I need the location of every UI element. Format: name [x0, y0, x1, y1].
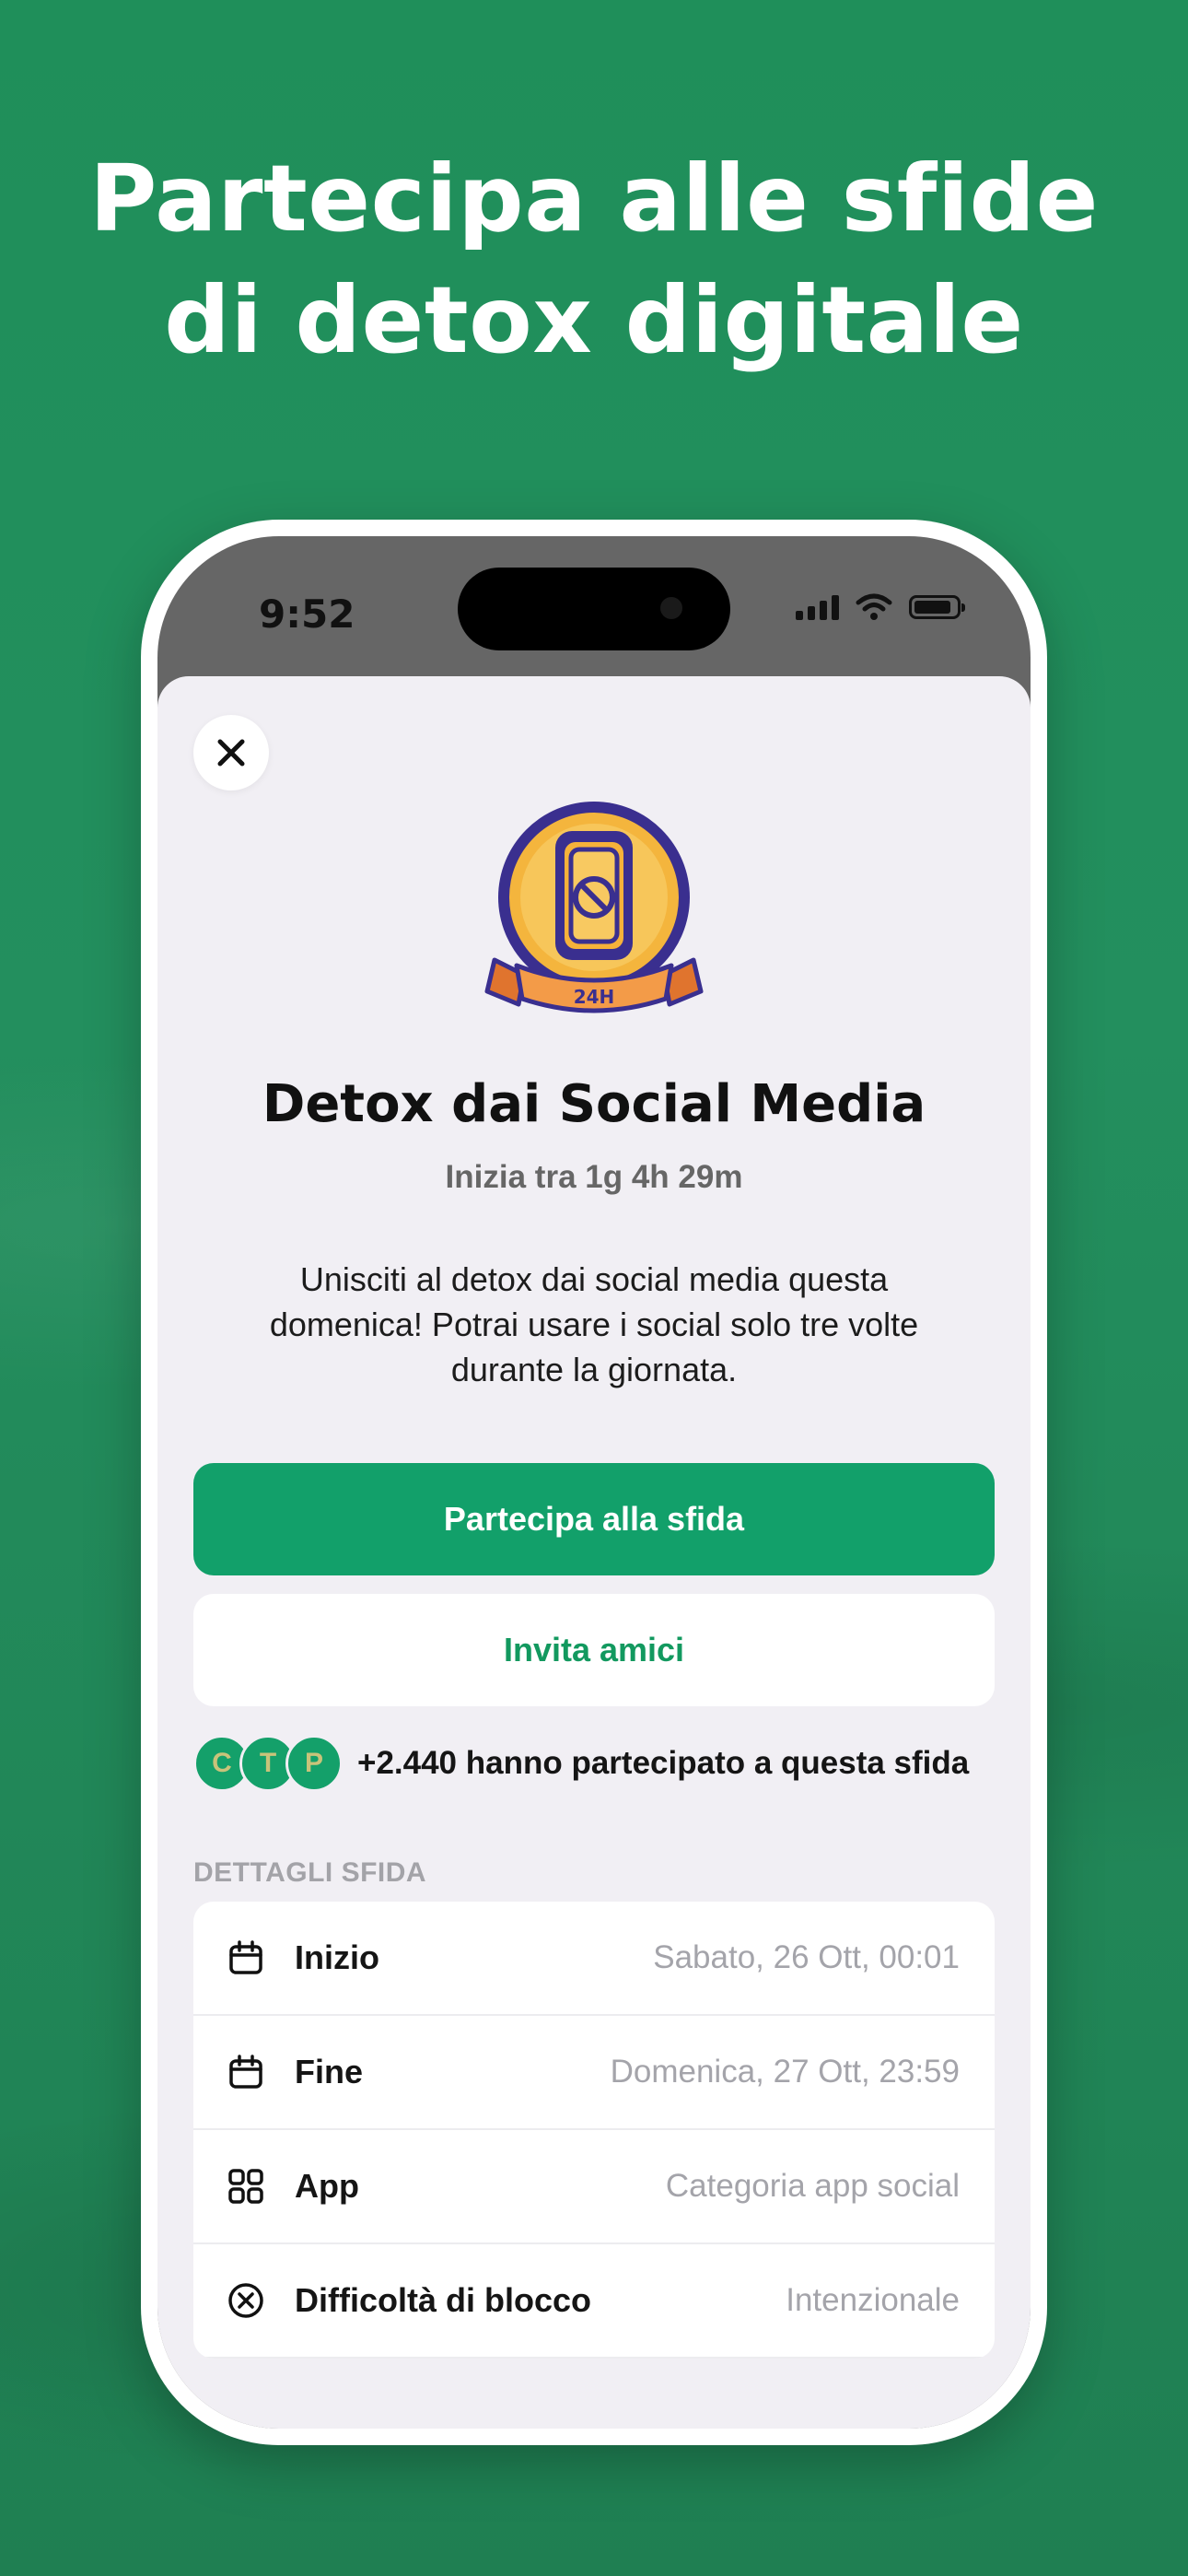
- headline-line-2: di detox digitale: [164, 266, 1024, 374]
- status-icons: [796, 593, 965, 621]
- detail-value: Categoria app social: [665, 2168, 960, 2204]
- detail-row-end: Fine Domenica, 27 Ott, 23:59: [193, 2016, 995, 2130]
- challenge-details-list: Inizio Sabato, 26 Ott, 00:01 Fine Domeni…: [193, 1902, 995, 2359]
- detail-value: Domenica, 27 Ott, 23:59: [610, 2054, 960, 2090]
- phone-frame: 9:52 24H Detox dai Social Media Inizia t…: [141, 520, 1047, 2445]
- invite-friends-button[interactable]: Invita amici: [193, 1594, 995, 1706]
- close-icon: [217, 739, 245, 767]
- headline-line-1: Partecipa alle sfide: [89, 145, 1099, 252]
- detail-row-apps: App Categoria app social: [193, 2130, 995, 2244]
- apps-grid-icon: [227, 2167, 265, 2206]
- details-section-label: DETTAGLI SFIDA: [193, 1857, 427, 1888]
- avatar: P: [285, 1735, 343, 1792]
- challenge-badge-icon: 24H: [484, 802, 704, 1013]
- detail-label: Inizio: [295, 1938, 379, 1976]
- badge-label: 24H: [574, 986, 615, 1008]
- detail-value: Intenzionale: [786, 2282, 960, 2318]
- challenge-sheet: 24H Detox dai Social Media Inizia tra 1g…: [157, 676, 1031, 2429]
- close-button[interactable]: [193, 715, 269, 790]
- challenge-title: Detox dai Social Media: [262, 1074, 926, 1134]
- participants-count: +2.440 hanno partecipato a questa sfida: [357, 1745, 970, 1781]
- calendar-icon: [227, 2053, 265, 2091]
- join-challenge-button[interactable]: Partecipa alla sfida: [193, 1463, 995, 1575]
- detail-label: Difficoltà di blocco: [295, 2281, 592, 2319]
- detail-label: Fine: [295, 2053, 364, 2090]
- status-time: 9:52: [259, 591, 355, 637]
- challenge-countdown: Inizia tra 1g 4h 29m: [445, 1159, 743, 1195]
- camera-icon: [660, 597, 682, 619]
- detail-row-difficulty: Difficoltà di blocco Intenzionale: [193, 2244, 995, 2359]
- circle-x-icon: [227, 2281, 265, 2320]
- detail-value: Sabato, 26 Ott, 00:01: [653, 1939, 960, 1975]
- promo-headline: Partecipa alle sfide di detox digitale: [0, 138, 1188, 381]
- participants-row: C T P +2.440 hanno partecipato a questa …: [193, 1734, 1012, 1793]
- challenge-description: Unisciti al detox dai social media quest…: [269, 1260, 919, 1388]
- battery-icon: [909, 595, 965, 619]
- participant-avatars: C T P: [193, 1735, 343, 1792]
- phone-screen: 9:52 24H Detox dai Social Media Inizia t…: [157, 536, 1031, 2429]
- dynamic-island: [458, 568, 730, 650]
- calendar-icon: [227, 1938, 265, 1977]
- cellular-signal-icon: [796, 594, 839, 620]
- status-bar: 9:52: [157, 536, 1031, 693]
- wifi-icon: [856, 593, 892, 620]
- detail-label: App: [295, 2167, 359, 2205]
- detail-row-start: Inizio Sabato, 26 Ott, 00:01: [193, 1902, 995, 2016]
